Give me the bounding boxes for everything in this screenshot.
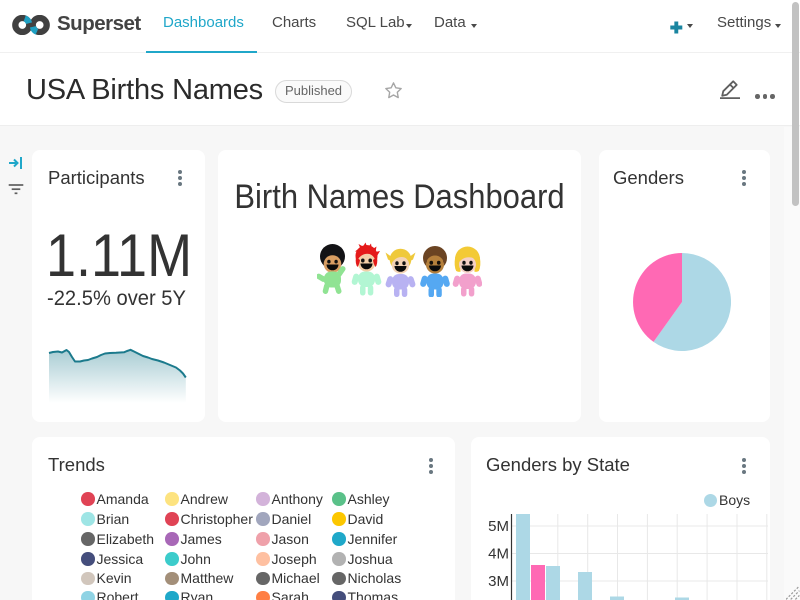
svg-text:3M: 3M (488, 573, 509, 590)
svg-text:4M: 4M (488, 546, 509, 563)
svg-text:5M: 5M (488, 518, 509, 535)
